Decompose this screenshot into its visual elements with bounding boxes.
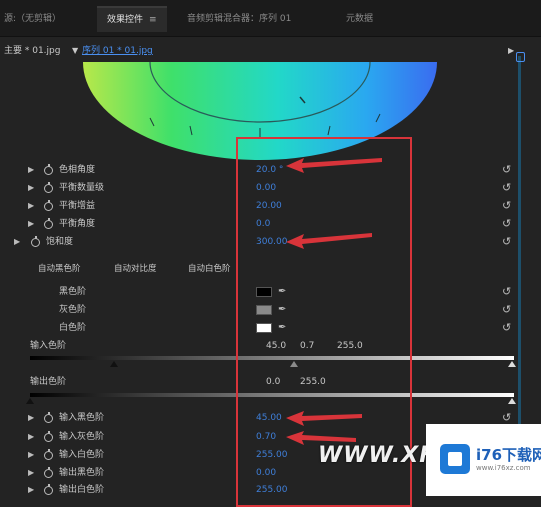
output-black-slider-handle[interactable] [26,398,34,404]
logo-text: i76下载网 [476,446,541,464]
reset-icon[interactable]: ↺ [502,234,511,250]
annotation-arrow-icon [286,411,362,426]
input-black-slider-handle[interactable] [110,361,118,367]
stopwatch-icon[interactable] [44,164,53,175]
output-levels-label: 输出色阶 [30,377,67,387]
site-logo: i76下载网 www.i76xz.com [426,424,541,496]
auto-black-level-button[interactable]: 自动黑色阶 [38,262,81,276]
annotation-arrow-icon [286,233,372,249]
stopwatch-icon[interactable] [44,182,53,193]
param-label: 输入白色阶 [59,450,105,460]
disclosure-triangle-icon[interactable]: ▶ [28,162,34,178]
disclosure-triangle-icon[interactable]: ▶ [28,216,34,232]
param-label: 输出黑色阶 [59,468,105,478]
stopwatch-icon[interactable] [44,449,53,460]
stopwatch-icon[interactable] [31,236,40,247]
stopwatch-icon[interactable] [44,200,53,211]
level-label: 黑色阶 [59,287,87,297]
reset-icon[interactable]: ↺ [502,320,511,336]
disclosure-triangle-icon[interactable]: ▶ [28,410,34,426]
annotation-arrow-icon [286,158,382,173]
disclosure-triangle-icon[interactable]: ▶ [28,429,34,445]
logo-subtext: www.i76xz.com [476,464,531,472]
output-white-slider-handle[interactable] [508,398,516,404]
param-label: 输入黑色阶 [59,413,105,423]
input-white-slider-handle[interactable] [508,361,516,367]
stopwatch-icon[interactable] [44,412,53,423]
param-label: 饱和度 [46,237,74,247]
param-label: 平衡角度 [59,219,96,229]
stopwatch-icon[interactable] [44,484,53,495]
param-label: 平衡增益 [59,201,96,211]
logo-mark-icon [440,444,470,474]
disclosure-triangle-icon[interactable]: ▶ [28,198,34,214]
disclosure-triangle-icon[interactable]: ▶ [28,447,34,463]
reset-icon[interactable]: ↺ [502,216,511,232]
disclosure-triangle-icon[interactable]: ▶ [28,465,34,481]
stopwatch-icon[interactable] [44,218,53,229]
reset-icon[interactable]: ↺ [502,180,511,196]
auto-white-level-button[interactable]: 自动白色阶 [188,262,231,276]
level-label: 灰色阶 [59,305,87,315]
auto-contrast-button[interactable]: 自动对比度 [114,262,157,276]
stopwatch-icon[interactable] [44,467,53,478]
param-label: 平衡数量级 [59,183,105,193]
disclosure-triangle-icon[interactable]: ▶ [28,180,34,196]
reset-icon[interactable]: ↺ [502,198,511,214]
param-label: 输入灰色阶 [59,432,105,442]
param-label: 色相角度 [59,165,96,175]
color-balance-wheel[interactable] [0,0,541,160]
disclosure-triangle-icon[interactable]: ▶ [14,234,20,250]
stopwatch-icon[interactable] [44,431,53,442]
reset-icon[interactable]: ↺ [502,302,511,318]
reset-icon[interactable]: ↺ [502,162,511,178]
level-label: 白色阶 [59,323,87,333]
input-levels-label: 输入色阶 [30,341,67,351]
reset-icon[interactable]: ↺ [502,284,511,300]
